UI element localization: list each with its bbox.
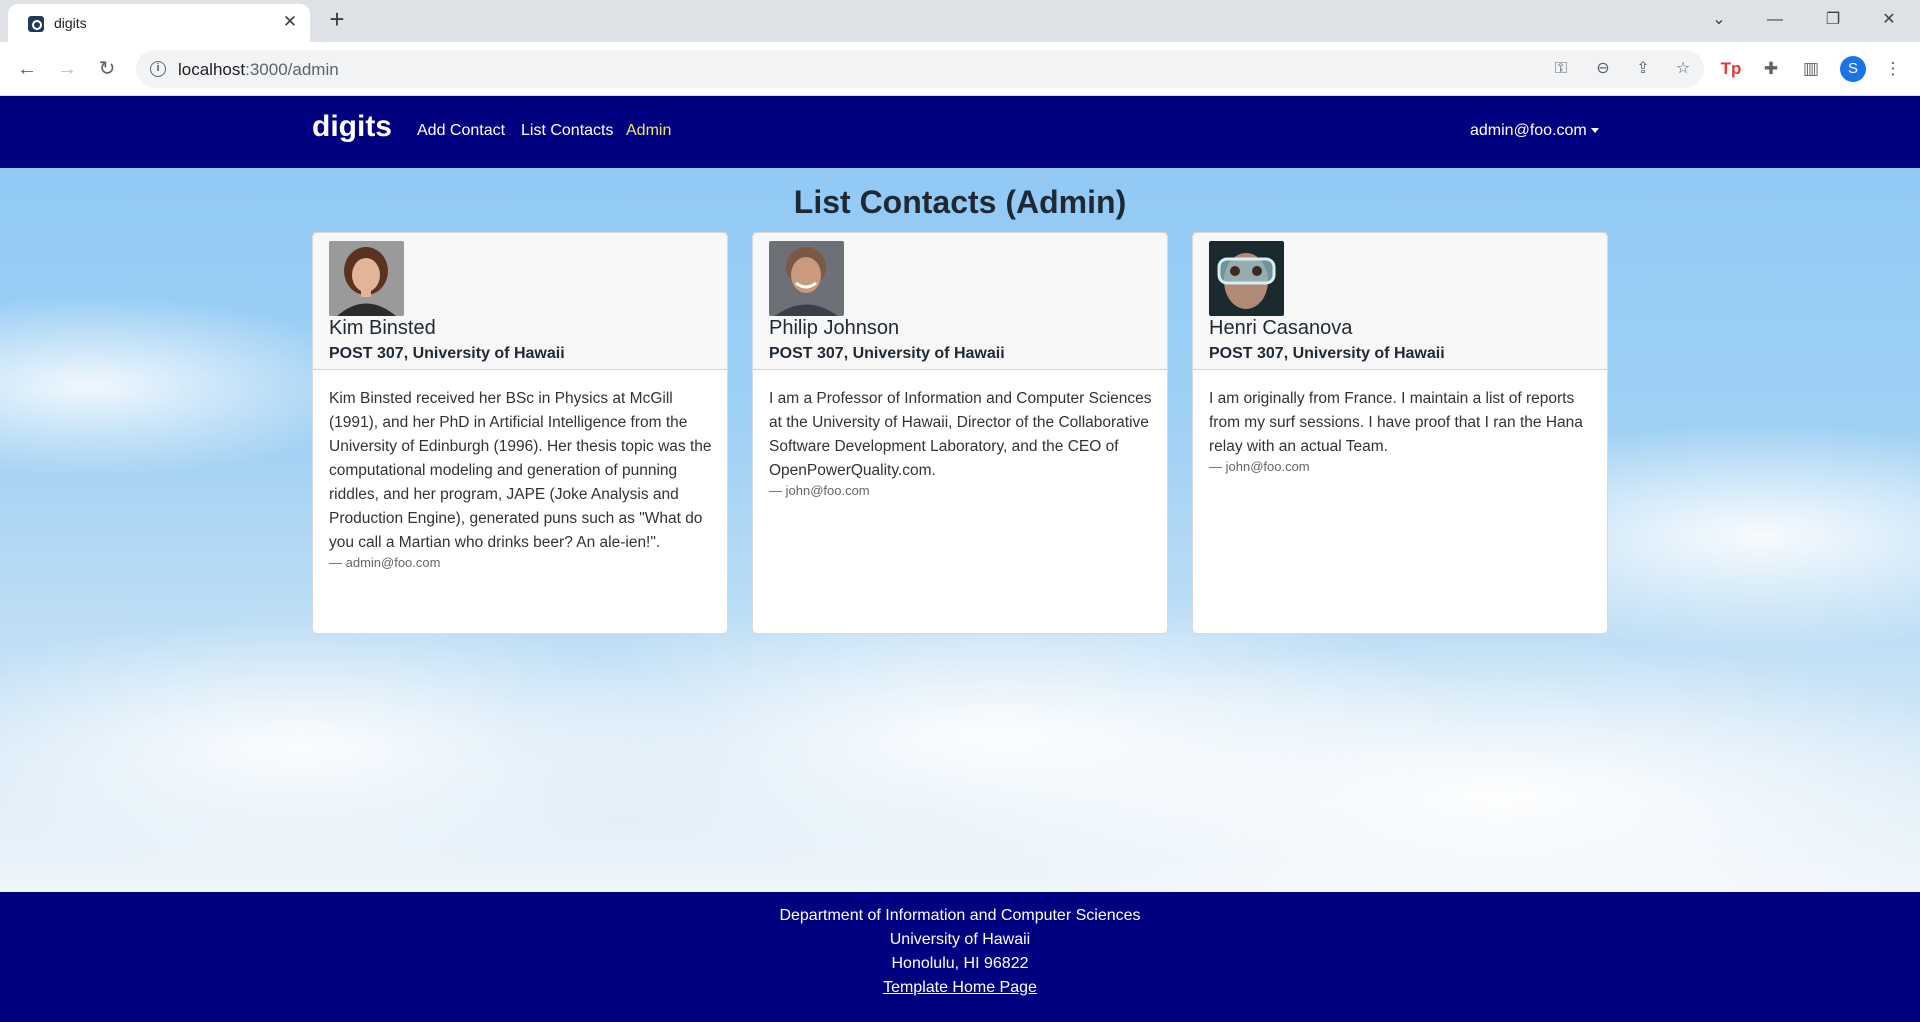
window-close-icon[interactable]: ✕: [1866, 6, 1912, 34]
minimize-icon[interactable]: —: [1752, 6, 1798, 34]
contact-address: POST 307, University of Hawaii: [769, 345, 1005, 362]
caret-down-icon: [1590, 128, 1599, 134]
contact-owner: — john@foo.com: [769, 483, 870, 498]
nav-admin[interactable]: Admin: [626, 122, 671, 140]
browser-tab-bar: digits ✕ + ⌄ — ❐ ✕: [0, 0, 1920, 42]
close-icon[interactable]: ✕: [280, 12, 300, 32]
extensions-puzzle-icon[interactable]: ✚: [1758, 54, 1784, 84]
contact-photo: [329, 241, 404, 316]
tab-search-icon[interactable]: ⌄: [1696, 6, 1742, 34]
card-header: Henri Casanova POST 307, University of H…: [1193, 233, 1607, 370]
url-text: localhost:3000/admin: [178, 60, 339, 79]
card-header: Philip Johnson POST 307, University of H…: [753, 233, 1167, 370]
site-info-icon[interactable]: i: [150, 61, 166, 77]
template-home-link[interactable]: Template Home Page: [883, 979, 1037, 996]
page-footer: Department of Information and Computer S…: [0, 892, 1920, 1022]
zoom-icon[interactable]: ⊖: [1592, 58, 1614, 80]
card-body: I am a Professor of Information and Comp…: [769, 387, 1154, 498]
contact-photo: [769, 241, 844, 316]
contact-description: Kim Binsted received her BSc in Physics …: [329, 390, 712, 551]
footer-department: Department of Information and Computer S…: [779, 907, 1141, 924]
footer-city: Honolulu, HI 96822: [891, 955, 1029, 972]
page-title: List Contacts (Admin): [793, 184, 1127, 220]
favicon-icon: [28, 16, 44, 32]
contact-owner: — john@foo.com: [1209, 459, 1310, 474]
contact-name: Henri Casanova: [1209, 317, 1353, 339]
contact-name: Kim Binsted: [329, 317, 436, 339]
reload-icon[interactable]: ↻: [92, 54, 122, 84]
user-email: admin@foo.com: [1470, 122, 1587, 139]
footer-university: University of Hawaii: [889, 931, 1031, 948]
menu-kebab-icon[interactable]: ⋮: [1880, 54, 1906, 84]
extension-tp-icon[interactable]: Tp: [1718, 54, 1744, 84]
contact-description: I am originally from France. I maintain …: [1209, 390, 1583, 455]
contact-description: I am a Professor of Information and Comp…: [769, 390, 1152, 479]
nav-list-contacts[interactable]: List Contacts: [521, 122, 613, 140]
key-icon[interactable]: ⚿: [1550, 58, 1572, 80]
contact-address: POST 307, University of Hawaii: [1209, 345, 1445, 362]
browser-tab[interactable]: digits ✕: [8, 4, 310, 42]
card-body: Kim Binsted received her BSc in Physics …: [329, 387, 714, 570]
side-panel-icon[interactable]: ▥: [1798, 54, 1824, 84]
user-dropdown[interactable]: admin@foo.com: [1470, 122, 1599, 140]
share-icon[interactable]: ⇪: [1632, 58, 1654, 80]
bookmark-star-icon[interactable]: ☆: [1672, 58, 1694, 80]
contact-address: POST 307, University of Hawaii: [329, 345, 565, 362]
contact-card: Kim Binsted POST 307, University of Hawa…: [312, 232, 728, 634]
contact-card: Henri Casanova POST 307, University of H…: [1192, 232, 1608, 634]
restore-icon[interactable]: ❐: [1810, 6, 1856, 34]
address-bar[interactable]: i localhost:3000/admin ⚿ ⊖ ⇪ ☆: [136, 50, 1704, 88]
tab-title: digits: [54, 15, 87, 31]
forward-icon[interactable]: →: [52, 54, 82, 84]
contact-name: Philip Johnson: [769, 317, 900, 339]
profile-avatar[interactable]: S: [1840, 56, 1866, 82]
browser-toolbar: ← → ↻ i localhost:3000/admin ⚿ ⊖ ⇪ ☆ Tp …: [0, 42, 1920, 96]
card-body: I am originally from France. I maintain …: [1209, 387, 1594, 474]
new-tab-button[interactable]: +: [323, 6, 351, 34]
contact-card: Philip Johnson POST 307, University of H…: [752, 232, 1168, 634]
contact-owner: — admin@foo.com: [329, 555, 441, 570]
brand-logo[interactable]: digits: [312, 110, 392, 144]
back-icon[interactable]: ←: [12, 54, 42, 84]
card-header: Kim Binsted POST 307, University of Hawa…: [313, 233, 727, 370]
top-navbar: digits Add Contact List Contacts Admin a…: [0, 96, 1920, 168]
page-content: digits Add Contact List Contacts Admin a…: [0, 96, 1920, 1022]
contact-photo: [1209, 241, 1284, 316]
nav-add-contact[interactable]: Add Contact: [417, 122, 505, 140]
